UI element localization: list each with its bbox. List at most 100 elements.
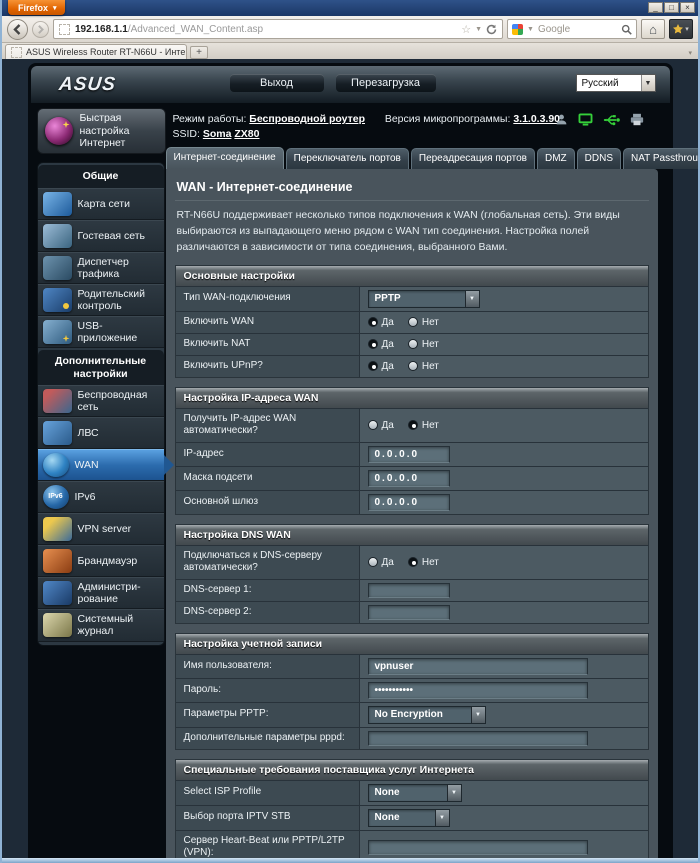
operation-mode-link[interactable]: Беспроводной роутер — [249, 113, 365, 125]
mode-label: Режим работы: — [173, 113, 247, 125]
tab-port-trigger[interactable]: Переключатель портов — [286, 148, 409, 169]
password-input[interactable]: ••••••••••• — [368, 682, 588, 699]
subnet-mask-input[interactable]: 0.0.0.0 — [368, 470, 450, 487]
sidebar-item-traffic-manager[interactable]: Диспетчер трафика — [38, 252, 164, 284]
sidebar-item-system-log[interactable]: Системный журнал — [38, 609, 164, 641]
reboot-button[interactable]: Перезагрузка — [336, 74, 436, 92]
tab-ddns[interactable]: DDNS — [577, 148, 621, 169]
sidebar-item-wan[interactable]: WAN — [38, 449, 164, 481]
search-bar[interactable]: ▼ Google — [507, 19, 637, 39]
select-value: None — [369, 810, 435, 826]
chevron-down-icon[interactable]: ▼ — [641, 75, 655, 91]
iptv-stb-port-select[interactable]: None▼ — [368, 809, 450, 827]
sidebar-item-administration[interactable]: Администри-рование — [38, 577, 164, 609]
heartbeat-server-input[interactable] — [368, 840, 588, 855]
home-button[interactable]: ⌂ — [641, 19, 665, 39]
field-value — [360, 602, 648, 623]
close-button[interactable]: × — [680, 2, 695, 13]
minimize-button[interactable]: _ — [648, 2, 663, 13]
enable-wan-radio-no[interactable]: Нет — [408, 317, 439, 328]
field-value: No Encryption▼ — [360, 703, 648, 727]
ssid-link-1[interactable]: Soma — [203, 128, 232, 140]
star-icon[interactable]: ☆ — [461, 23, 471, 36]
chevron-down-icon[interactable]: ▼ — [435, 810, 449, 826]
tab-nat-passthrough[interactable]: NAT Passthrough — [623, 148, 698, 169]
username-input[interactable]: vpnuser — [368, 658, 588, 675]
sidebar-item-guest-network[interactable]: Гостевая сеть — [38, 220, 164, 252]
ssid-link-2[interactable]: ZX80 — [234, 128, 259, 140]
maximize-button[interactable]: □ — [664, 2, 679, 13]
list-all-tabs-icon[interactable]: ▾ — [688, 49, 692, 57]
firefox-menu-button[interactable]: Firefox ▾ — [8, 0, 65, 15]
right-column: Режим работы: Беспроводной роутер Версия… — [166, 106, 670, 858]
form-row-ip-address: IP-адрес0.0.0.0 — [176, 442, 648, 466]
bookmarks-button[interactable]: ▾ — [669, 19, 693, 39]
sidebar-item-label: Брандмауэр — [78, 555, 138, 567]
dns-server-1-input[interactable] — [368, 583, 450, 598]
form-row-dns-server-1: DNS-сервер 1: — [176, 579, 648, 601]
radio-icon — [368, 361, 378, 371]
tab-dmz[interactable]: DMZ — [537, 148, 575, 169]
auto-dns-radio-no[interactable]: Нет — [408, 557, 439, 568]
chevron-down-icon[interactable]: ▼ — [465, 291, 479, 307]
back-button[interactable] — [7, 19, 28, 40]
url-bar[interactable]: 192.168.1.1/Advanced_WAN_Content.asp ☆ ▼ — [53, 19, 503, 39]
url-text[interactable]: 192.168.1.1/Advanced_WAN_Content.asp — [75, 24, 456, 35]
sidebar-item-wireless[interactable]: Беспроводная сеть — [38, 385, 164, 417]
sidebar-item-parental-control[interactable]: Родительский контроль — [38, 284, 164, 316]
forward-button[interactable] — [32, 21, 49, 38]
sidebar-item-firewall[interactable]: Брандмауэр — [38, 545, 164, 577]
new-tab-button[interactable]: + — [190, 46, 208, 59]
window-frame-bottom — [2, 858, 698, 863]
printer-icon[interactable] — [630, 113, 644, 126]
quick-setup-button[interactable]: Быстрая настройка Интернет — [37, 108, 166, 154]
chevron-down-icon[interactable]: ▼ — [447, 785, 461, 801]
radio-icon — [408, 420, 418, 430]
pptp-options-select[interactable]: No Encryption▼ — [368, 706, 486, 724]
enable-upnp-radio-yes[interactable]: Да — [368, 361, 394, 372]
browser-tab[interactable]: ASUS Wireless Router RT-N66U - Интернет-… — [5, 44, 187, 59]
auto-ip-radio-no[interactable]: Нет — [408, 420, 439, 431]
sidebar-item-vpn-server[interactable]: VPN server — [38, 513, 164, 545]
usb-icon[interactable] — [603, 114, 620, 126]
chevron-down-icon[interactable]: ▼ — [471, 707, 485, 723]
enable-nat-radio-yes[interactable]: Да — [368, 339, 394, 350]
chevron-down-icon[interactable]: ▼ — [527, 26, 534, 33]
search-input[interactable]: Google — [538, 24, 617, 35]
enable-wan-radio-yes[interactable]: Да — [368, 317, 394, 328]
firmware-label: Версия микропрограммы: — [385, 113, 511, 125]
auto-ip-radio-yes[interactable]: Да — [368, 420, 394, 431]
clients-icon[interactable] — [555, 113, 568, 126]
enable-nat-radio-no[interactable]: Нет — [408, 339, 439, 350]
sidebar-item-network-map[interactable]: Карта сети — [38, 188, 164, 220]
field-label: Пароль: — [176, 679, 360, 702]
site-identity-icon[interactable] — [59, 24, 70, 35]
isp-profile-select[interactable]: None▼ — [368, 784, 462, 802]
network-map-icon — [43, 192, 72, 216]
dns-server-2-input[interactable] — [368, 605, 450, 620]
pppd-options-input[interactable] — [368, 731, 588, 746]
wan-type-select[interactable]: PPTP▼ — [368, 290, 480, 308]
ip-address-input[interactable]: 0.0.0.0 — [368, 446, 450, 463]
tab-internet-connection[interactable]: Интернет-соединение — [166, 147, 284, 169]
chevron-down-icon[interactable]: ▼ — [475, 26, 482, 33]
sidebar-item-usb-app[interactable]: USB-приложение — [38, 316, 164, 348]
field-value: ••••••••••• — [360, 679, 648, 702]
select-value: None — [369, 785, 447, 801]
gateway-input[interactable]: 0.0.0.0 — [368, 494, 450, 511]
tab-port-forwarding[interactable]: Переадресация портов — [411, 148, 535, 169]
radio-icon — [408, 557, 418, 567]
form-row-password: Пароль: ••••••••••• — [176, 678, 648, 702]
firmware-version-link[interactable]: 3.1.0.3.90 — [513, 113, 560, 125]
enable-upnp-radio-no[interactable]: Нет — [408, 361, 439, 372]
logout-button[interactable]: Выход — [230, 74, 324, 92]
refresh-icon[interactable] — [486, 24, 497, 35]
language-select[interactable]: Русский ▼ — [576, 74, 656, 92]
search-icon[interactable] — [621, 24, 632, 35]
auto-dns-radio-yes[interactable]: Да — [368, 557, 394, 568]
form-row-wan-type: Тип WAN-подключенияPPTP▼ — [176, 286, 648, 311]
sidebar-item-lan[interactable]: ЛВС — [38, 417, 164, 449]
sidebar-item-ipv6[interactable]: IPv6IPv6 — [38, 481, 164, 513]
internet-status-icon[interactable] — [578, 113, 593, 126]
sidebar-item-label: Гостевая сеть — [78, 230, 146, 242]
